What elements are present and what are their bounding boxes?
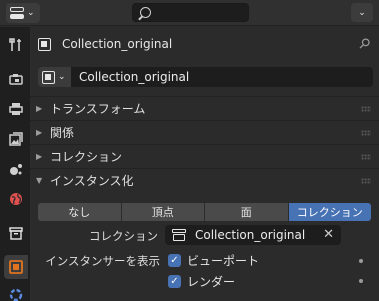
show-instancer-label: インスタンサーを表示	[45, 254, 160, 268]
section-collections[interactable]: ▶ コレクション	[30, 144, 379, 168]
viewport-label: ビューポート	[187, 253, 260, 268]
instancing-option-faces[interactable]: 面	[205, 203, 288, 221]
context-breadcrumb: Collection_original ⚲	[38, 35, 373, 53]
instance-collection-field[interactable]: Collection_original ✕	[165, 225, 341, 245]
viewport-checkbox[interactable]: ✓	[168, 253, 181, 267]
object-icon	[42, 70, 55, 84]
tab-tool[interactable]	[4, 33, 28, 57]
images-icon	[9, 132, 23, 146]
tab-scene[interactable]	[4, 157, 28, 181]
keyframe-dot-icon[interactable]	[359, 259, 363, 263]
render-label: レンダー	[187, 274, 236, 289]
object-properties-panel: Collection_original ⚲ ⌄ Collection_origi…	[30, 27, 379, 301]
modifier-icon	[9, 288, 23, 301]
tab-world[interactable]	[4, 187, 28, 211]
wrench-screwdriver-icon	[9, 38, 21, 51]
instance-collection-value: Collection_original	[195, 228, 306, 242]
render-checkbox[interactable]: ✓	[168, 274, 181, 288]
properties-tab-bar	[0, 27, 30, 301]
world-icon	[10, 193, 22, 205]
collection-box-icon	[172, 229, 186, 241]
chevron-down-icon: ⌄	[58, 72, 66, 82]
printer-icon	[9, 103, 23, 115]
expand-arrow-icon: ▶	[36, 104, 43, 113]
tab-object[interactable]	[4, 255, 28, 279]
search-input[interactable]	[132, 3, 249, 22]
instancing-option-vertices[interactable]: 頂点	[121, 203, 204, 221]
clear-icon[interactable]: ✕	[323, 227, 334, 242]
section-label: インスタンス化	[50, 174, 134, 188]
object-name-row: ⌄ Collection_original	[38, 67, 373, 87]
collection-box-icon	[9, 227, 23, 240]
object-square-icon	[9, 260, 23, 274]
chevron-down-icon: ⌄	[27, 8, 35, 18]
section-relations[interactable]: ▶ 関係	[30, 120, 379, 144]
section-label: トランスフォーム	[50, 102, 146, 116]
options-dropdown-button[interactable]: ⌄	[351, 3, 373, 22]
object-icon	[38, 37, 51, 51]
properties-header: ⌄ ⌄	[0, 0, 379, 26]
instancing-option-collection[interactable]: コレクション	[288, 203, 371, 221]
drag-grip-icon[interactable]	[361, 130, 371, 136]
context-object-name: Collection_original	[62, 37, 173, 51]
section-transform[interactable]: ▶ トランスフォーム	[30, 96, 379, 120]
tab-modifiers[interactable]	[4, 283, 28, 301]
section-label: コレクション	[50, 150, 123, 164]
collapse-arrow-icon: ▼	[36, 176, 43, 185]
tab-collection[interactable]	[4, 221, 28, 245]
instancing-option-none[interactable]: なし	[38, 203, 121, 221]
section-instancing[interactable]: ▼ インスタンス化	[30, 168, 379, 192]
drag-grip-icon[interactable]	[361, 154, 371, 160]
keyframe-dot-icon[interactable]	[359, 279, 363, 283]
tab-render[interactable]	[4, 67, 28, 91]
expand-arrow-icon: ▶	[36, 128, 43, 137]
expand-arrow-icon: ▶	[36, 152, 43, 161]
camera-back-icon	[9, 74, 23, 85]
viewport-checkbox-row[interactable]: ✓ ビューポート	[168, 251, 259, 269]
properties-editor-icon	[10, 6, 24, 20]
search-icon	[140, 7, 151, 18]
tab-output[interactable]	[4, 97, 28, 121]
drag-grip-icon[interactable]	[361, 178, 371, 184]
collection-field-label: コレクション	[89, 229, 158, 243]
object-type-dropdown[interactable]: ⌄	[38, 67, 71, 87]
editor-type-dropdown[interactable]: ⌄	[6, 3, 40, 23]
instancing-type-selector: なし 頂点 面 コレクション	[38, 203, 371, 221]
tab-view-layer[interactable]	[4, 127, 28, 151]
section-label: 関係	[50, 126, 75, 140]
render-checkbox-row[interactable]: ✓ レンダー	[168, 272, 235, 290]
pin-icon[interactable]: ⚲	[355, 35, 374, 54]
drag-grip-icon[interactable]	[361, 106, 371, 112]
object-name-field[interactable]: Collection_original	[71, 67, 373, 87]
scene-icon	[10, 164, 22, 175]
